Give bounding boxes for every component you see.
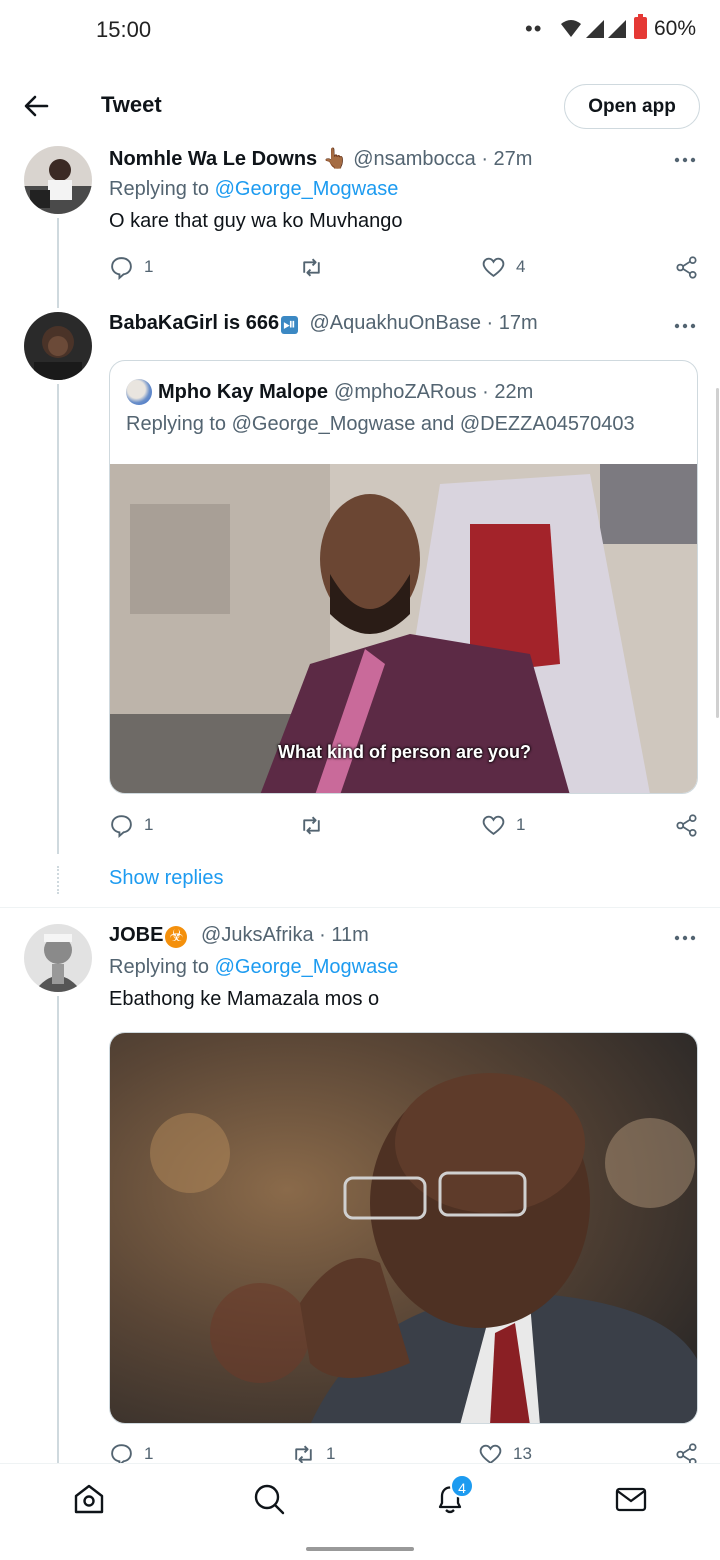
notification-badge: 4 — [450, 1474, 474, 1498]
quoted-handle-time: @mphoZARous · 22m — [334, 380, 534, 403]
page-title: Tweet — [101, 92, 162, 117]
display-name[interactable]: JOBE — [109, 924, 163, 946]
quoted-replying-to: Replying to @George_Mogwase and @DEZZA04… — [126, 413, 635, 435]
mail-icon — [615, 1487, 647, 1512]
reply-icon — [111, 256, 132, 280]
retweet-count: 1 — [326, 1444, 336, 1463]
reply-button[interactable]: 1 — [109, 252, 153, 282]
quoted-display-name: Mpho Kay Malope — [158, 380, 329, 403]
nav-messages[interactable] — [614, 1482, 650, 1518]
tweet-reply[interactable]: BabaKaGirl is 666 ⏯ @AquakhuOnBase · 17m … — [0, 306, 720, 906]
tweet-reply[interactable]: JOBE ☣ @JuksAfrika · 11m Replying to @Geo… — [0, 918, 720, 1467]
like-count: 4 — [516, 257, 526, 276]
share-icon — [676, 255, 697, 279]
display-name[interactable]: BabaKaGirl is 666 — [109, 312, 279, 334]
share-icon — [676, 813, 697, 837]
mention-link[interactable]: @George_Mogwase — [215, 178, 399, 200]
thread-line — [57, 996, 59, 1466]
biohazard-emoji: ☣ — [165, 926, 188, 948]
tweet-reply[interactable]: Nomhle Wa Le Downs 👆🏾 @nsambocca · 27m R… — [0, 140, 720, 308]
like-button[interactable]: 1 — [481, 810, 525, 840]
nav-home[interactable] — [72, 1482, 108, 1518]
more-icon[interactable] — [673, 322, 697, 330]
replying-to: Replying to @George_Mogwase — [109, 956, 399, 978]
status-bar: 15:00 •• 60% — [0, 0, 720, 60]
tweet-actions: 1 4 — [109, 252, 699, 282]
heart-icon — [482, 815, 505, 835]
wifi-signal-icon — [561, 20, 626, 38]
share-button[interactable] — [674, 252, 699, 282]
arrow-left-icon[interactable] — [22, 92, 50, 120]
heart-icon — [482, 257, 505, 277]
mention-link[interactable]: @George_Mogwase — [215, 956, 399, 978]
thread-line — [57, 218, 59, 308]
avatar[interactable] — [24, 312, 92, 380]
avatar — [126, 379, 152, 405]
play-pause-emoji: ⏯ — [281, 316, 298, 334]
scrollbar[interactable] — [716, 388, 719, 718]
top-header: Tweet Open app — [0, 70, 720, 142]
image-caption: What kind of person are you? — [277, 742, 532, 762]
more-icon[interactable] — [673, 156, 697, 164]
retweet-icon — [303, 816, 320, 834]
divider — [0, 907, 720, 908]
nav-search[interactable] — [252, 1482, 288, 1518]
battery-icon — [634, 14, 647, 39]
avatar[interactable] — [24, 146, 92, 214]
handle-time[interactable]: @JuksAfrika · 11m — [201, 924, 369, 946]
share-button[interactable] — [674, 810, 699, 840]
reply-count: 1 — [144, 1444, 154, 1463]
show-replies-link[interactable]: Show replies — [109, 867, 224, 890]
quoted-tweet[interactable]: Mpho Kay Malope @mphoZARous · 22m Replyi… — [109, 360, 698, 794]
tweet-meta: Nomhle Wa Le Downs 👆🏾 @nsambocca · 27m — [109, 146, 532, 171]
retweet-icon — [303, 258, 320, 276]
thread-dots — [57, 866, 59, 894]
open-app-button[interactable]: Open app — [564, 84, 700, 129]
pointing-emoji: 👆🏾 — [322, 148, 348, 170]
reply-count: 1 — [144, 815, 154, 834]
like-count: 1 — [516, 815, 526, 834]
thread-line — [57, 384, 59, 854]
quoted-meta: Mpho Kay Malope @mphoZARous · 22m — [126, 379, 533, 405]
tweet-meta: BabaKaGirl is 666 ⏯ @AquakhuOnBase · 17m — [109, 312, 538, 335]
reply-icon — [111, 814, 132, 838]
tweet-image[interactable] — [109, 1032, 698, 1424]
home-icon — [74, 1484, 104, 1514]
handle-time[interactable]: @AquakhuOnBase · 17m — [309, 312, 537, 334]
replying-to: Replying to @George_Mogwase — [109, 178, 399, 200]
battery-percent: 60% — [654, 17, 697, 40]
status-time: 15:00 — [96, 17, 152, 42]
retweet-button[interactable] — [299, 252, 334, 282]
search-icon — [254, 1484, 285, 1515]
home-indicator[interactable] — [306, 1547, 414, 1551]
notification-dots: •• — [525, 16, 543, 41]
quoted-image[interactable]: What kind of person are you? — [110, 464, 697, 793]
reply-button[interactable]: 1 — [109, 810, 153, 840]
tweet-text: Ebathong ke Mamazala mos o — [109, 988, 380, 1010]
handle-time[interactable]: @nsambocca · 27m — [353, 148, 532, 170]
display-name[interactable]: Nomhle Wa Le Downs — [109, 148, 317, 170]
like-button[interactable]: 4 — [481, 252, 525, 282]
bottom-nav: 4 — [0, 1463, 720, 1560]
tweet-meta: JOBE ☣ @JuksAfrika · 11m — [109, 924, 369, 948]
reply-count: 1 — [144, 257, 154, 276]
retweet-button[interactable] — [299, 810, 334, 840]
avatar[interactable] — [24, 924, 92, 992]
tweet-text: O kare that guy wa ko Muvhango — [109, 210, 403, 232]
more-icon[interactable] — [673, 934, 697, 942]
like-count: 13 — [513, 1444, 532, 1463]
tweet-actions: 1 1 — [109, 810, 699, 840]
